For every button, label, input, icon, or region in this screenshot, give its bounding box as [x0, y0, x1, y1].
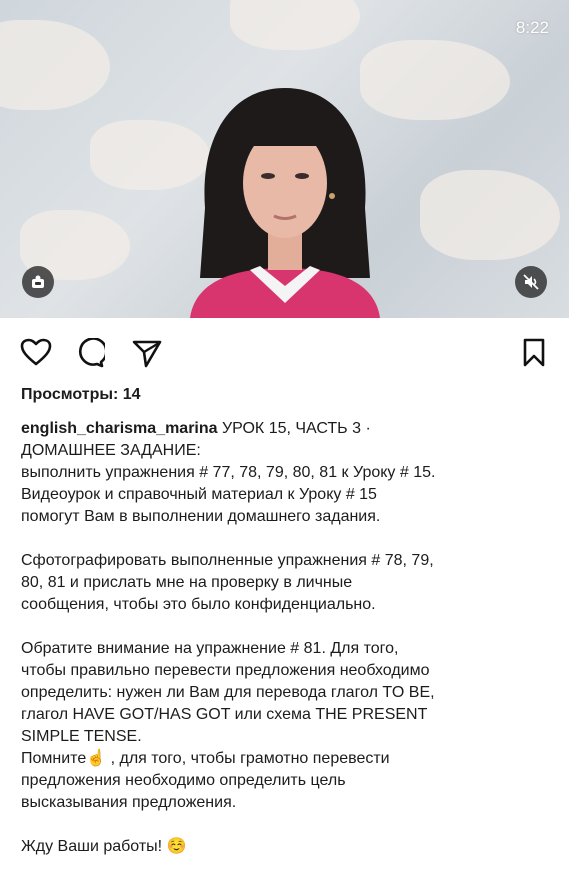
caption-line: SIMPLE TENSE. [21, 728, 142, 745]
caption-line: выполнить упражнения # 77, 78, 79, 80, 8… [21, 464, 436, 481]
caption-spacer [21, 616, 553, 638]
caption-line: Видеоурок и справочный материал к Уроку … [21, 486, 377, 503]
caption-spacer [21, 528, 553, 550]
username-link[interactable]: english_charisma_marina [21, 420, 218, 437]
caption-line: чтобы правильно перевести предложения не… [21, 662, 430, 679]
presenter-figure [190, 88, 380, 318]
heart-icon[interactable] [20, 338, 52, 366]
caption-line: помогут Вам в выполнении домашнего задан… [21, 508, 381, 525]
mute-button[interactable] [515, 266, 547, 298]
caption-line: Помните☝️ , для того, чтобы грамотно пер… [21, 750, 390, 767]
share-icon[interactable] [132, 338, 162, 368]
tag-button[interactable] [22, 266, 54, 298]
video-player[interactable]: 8:22 [0, 0, 569, 318]
caption-line: Обратите внимание на упражнение # 81. Дл… [21, 640, 399, 657]
caption-first-line: english_charisma_marina УРОК 15, ЧАСТЬ 3… [21, 418, 553, 440]
wall-pattern [0, 20, 110, 110]
caption-line: глагол HAVE GOT/HAS GOT или схема THE PR… [21, 706, 428, 723]
caption-line: высказывания предложения. [21, 794, 237, 811]
status-time: 8:22 [515, 18, 549, 37]
caption-line: 80, 81 и прислать мне на проверку в личн… [21, 574, 353, 591]
post-caption: english_charisma_marina УРОК 15, ЧАСТЬ 3… [21, 418, 553, 858]
views-count: Просмотры: 14 [21, 386, 141, 403]
comment-icon[interactable] [75, 338, 105, 368]
post-actions-bar [0, 318, 569, 382]
caption-line: Жду Ваши работы! ☺️ [21, 838, 187, 855]
person-tag-icon [32, 275, 44, 288]
caption-line: ДОМАШНЕЕ ЗАДАНИЕ: [21, 442, 201, 459]
caption-line: сообщения, чтобы это было конфиденциальн… [21, 596, 376, 613]
bookmark-icon[interactable] [522, 338, 546, 368]
caption-text: УРОК 15, ЧАСТЬ 3 · [217, 420, 371, 437]
wall-pattern [420, 170, 560, 260]
caption-spacer [21, 814, 553, 836]
speaker-muted-icon [523, 274, 539, 290]
caption-line: определить: нужен ли Вам для перевода гл… [21, 684, 435, 701]
caption-line: Сфотографировать выполненные упражнения … [21, 552, 434, 569]
wall-pattern [230, 0, 360, 50]
caption-line: предложения необходимо определить цель [21, 772, 346, 789]
